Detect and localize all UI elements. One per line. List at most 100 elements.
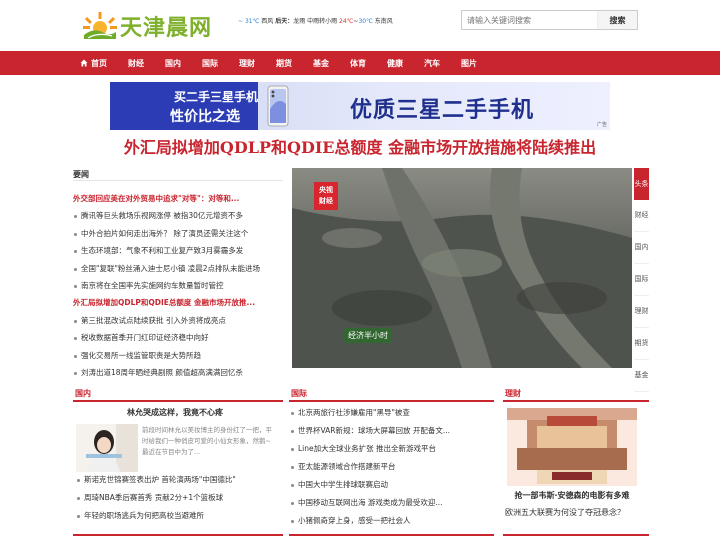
- side-tab-label: 财经: [634, 211, 649, 219]
- section-international-bottom-rule: [289, 534, 494, 536]
- news-item[interactable]: 强化交易所一线监管职责是大势所趋: [73, 347, 285, 364]
- nav-label: 首页: [91, 58, 107, 68]
- nav-list: 首页 财经 国内 国际 理财 期货 基金 体育 健康 汽车 图片: [80, 51, 498, 75]
- top-headline[interactable]: 外汇局拟增加QDLP和QDIE总额度 金融市场开放措施将陆续推出: [0, 134, 720, 158]
- side-tab-domestic[interactable]: 国内: [634, 232, 649, 264]
- international-list-item[interactable]: 中国移动互联网出海 游戏类成为最受欢迎...: [290, 494, 450, 512]
- international-list-item[interactable]: 中国大中学生排球联赛启动: [290, 476, 450, 494]
- nav-item-sports[interactable]: 体育: [350, 58, 366, 69]
- news-item[interactable]: 中外合拍片如何走出海外？ 除了演员还需关注这个: [73, 225, 285, 242]
- side-tab-international[interactable]: 国际: [634, 264, 649, 296]
- domestic-list-item[interactable]: 斯诺克世锦赛签表出炉 首轮演两场"中国德比": [76, 471, 236, 489]
- movie-poster-photo: [507, 408, 637, 486]
- news-list: 外交部回应美在对外贸易中追求"对等"：对等和... 腾讯等巨头救场乐视网涨停 被…: [73, 190, 285, 381]
- weather-wind-1: 西风: [261, 18, 274, 25]
- sun-logo-icon: [83, 12, 117, 39]
- nav-item-wealth[interactable]: 理财: [239, 58, 255, 69]
- domestic-feature-desc: 前段时间林允以美妆博主的身份红了一把，平时给我们一种俏皮可爱的小仙女形象，然鹅~…: [142, 426, 272, 456]
- news-item[interactable]: 第三批混改试点陆续获批 引入外资将成亮点: [73, 312, 285, 329]
- weather-widget: ~ 31℃ 西风 后天：龙雨 中雨转小雨 24℃~30℃ 东南风: [238, 16, 393, 25]
- news-item[interactable]: 腾讯等巨头救场乐视网涨停 被指30亿元增资不多: [73, 207, 285, 224]
- international-list: 北京两旅行社涉嫌雇用"黑导"被查 世界杯VAR新规：球场大屏幕回放 开配备文..…: [290, 404, 450, 530]
- logo-badge-line1: 央视: [319, 186, 333, 194]
- portrait-photo: [76, 424, 138, 472]
- ad-banner[interactable]: 买二手三星手机 性价比之选 优质三星二手手机 广告: [110, 82, 610, 130]
- news-item[interactable]: 税收数据首季开门红印证经济稳中向好: [73, 329, 285, 346]
- international-list-item[interactable]: 亚太能源领域合作搭建新平台: [290, 458, 450, 476]
- main-news-image[interactable]: 央视 财经 经济半小时: [292, 168, 632, 368]
- weather-sep-1: ~: [238, 18, 244, 25]
- side-tab-label: 基金: [634, 371, 649, 379]
- section-international-title[interactable]: 国际: [291, 388, 307, 399]
- weather-temp-high: 24℃: [339, 18, 354, 25]
- program-badge: 经济半小时: [344, 328, 392, 343]
- search-button[interactable]: 搜索: [597, 11, 637, 29]
- nav-item-international[interactable]: 国际: [202, 58, 218, 69]
- side-tab-label: 理财: [634, 307, 649, 315]
- news-item[interactable]: 全国"复联"粉丝涌入迪士尼小镇 凌晨2点排队未能进场: [73, 260, 285, 277]
- logo-badge-line2: 财经: [319, 197, 333, 205]
- nav-item-photos[interactable]: 图片: [461, 58, 477, 69]
- news-divider: [73, 180, 283, 181]
- section-finance-bottom-rule: [503, 534, 649, 536]
- side-tab-label: 期货: [634, 339, 649, 347]
- news-item[interactable]: 刘涛出道18周年晒经典剧照 颜值超高满满回忆杀: [73, 364, 285, 381]
- ad-left-line2: 性价比之选: [170, 109, 240, 125]
- section-international-header: 国际: [289, 384, 494, 402]
- search-input[interactable]: [462, 11, 597, 29]
- side-tab-futures[interactable]: 期货: [634, 328, 649, 360]
- side-tab-wealth[interactable]: 理财: [634, 296, 649, 328]
- international-list-item[interactable]: Line加大全球业务扩张 推出全新游戏平台: [290, 440, 450, 458]
- nav-item-funds[interactable]: 基金: [313, 58, 329, 69]
- ad-left-panel: 买二手三星手机 性价比之选: [110, 82, 258, 130]
- site-header: 天津晨网 ~ 31℃ 西风 后天：龙雨 中雨转小雨 24℃~30℃ 东南风 搜索: [0, 0, 720, 50]
- finance-feature-image[interactable]: [507, 408, 637, 486]
- side-tabs: 头条 财经 国内 国际 理财 期货 基金: [634, 168, 649, 392]
- side-tab-headlines[interactable]: 头条: [634, 168, 649, 200]
- news-item[interactable]: 南京将在全国率先实施网约车数量暂时管控: [73, 277, 285, 294]
- news-item-headline[interactable]: 外汇局拟增加QDLP和QDIE总额度 金融市场开放推...: [73, 294, 285, 311]
- news-item-headline[interactable]: 外交部回应美在对外贸易中追求"对等"：对等和...: [73, 190, 285, 207]
- side-tab-label: 国际: [634, 275, 649, 283]
- domestic-feature-image[interactable]: [76, 424, 138, 472]
- news-section-label: 要闻: [73, 170, 89, 179]
- international-list-item[interactable]: 小猪佩奇穿上身，感受一把社会人: [290, 512, 450, 530]
- nav-item-auto[interactable]: 汽车: [424, 58, 440, 69]
- international-list-item[interactable]: 世界杯VAR新规：球场大屏幕回放 开配备文...: [290, 422, 450, 440]
- domestic-list: 斯诺克世锦赛签表出炉 首轮演两场"中国德比" 周琦NBA季后赛首秀 贡献2分+1…: [76, 471, 236, 525]
- weather-day-label: 后天：: [275, 18, 294, 25]
- side-tab-finance[interactable]: 财经: [634, 200, 649, 232]
- weather-temp-1: 31℃: [244, 18, 260, 25]
- site-logo[interactable]: 天津晨网: [82, 10, 212, 42]
- ad-right-text: 优质三星二手手机: [350, 98, 535, 123]
- nav-item-domestic[interactable]: 国内: [165, 58, 181, 69]
- side-tab-label: 头条: [634, 179, 649, 188]
- cctv-finance-logo: 央视 财经: [314, 182, 338, 210]
- section-domestic-title[interactable]: 国内: [75, 388, 91, 399]
- ad-left-line1: 买二手三星手机: [174, 90, 259, 104]
- domestic-list-item[interactable]: 年轻的职场逃兵为何把高校当避难所: [76, 507, 236, 525]
- muddy-field-photo: [292, 168, 632, 368]
- nav-item-futures[interactable]: 期货: [276, 58, 292, 69]
- section-finance-header: 理财: [503, 384, 649, 402]
- side-tab-label: 国内: [634, 243, 649, 251]
- international-list-item[interactable]: 北京两旅行社涉嫌雇用"黑导"被查: [290, 404, 450, 422]
- phone-image-icon: [267, 85, 289, 127]
- ad-tag: 广告: [596, 122, 607, 128]
- weather-temp-low: 30℃: [358, 18, 373, 25]
- nav-item-health[interactable]: 健康: [387, 58, 403, 69]
- weather-wind-2: 东南风: [374, 18, 393, 25]
- home-icon: [80, 59, 88, 67]
- finance-sub-item[interactable]: 欧洲五大联赛为何没了夺冠悬念？: [505, 507, 625, 518]
- finance-image-caption[interactable]: 抢一部韦斯·安德森的电影有多难: [507, 490, 637, 501]
- nav-item-finance[interactable]: 财经: [128, 58, 144, 69]
- weather-condition: 龙雨 中雨转小雨: [293, 18, 338, 25]
- logo-text: 天津晨网: [120, 15, 213, 41]
- main-nav: 首页 财经 国内 国际 理财 期货 基金 体育 健康 汽车 图片: [0, 51, 720, 75]
- domestic-list-item[interactable]: 周琦NBA季后赛首秀 贡献2分+1个篮板球: [76, 489, 236, 507]
- news-item[interactable]: 生态环境部：气象不利和工业复产致3月雾霾多发: [73, 242, 285, 259]
- domestic-feature-title[interactable]: 林允哭成这样，我竟不心疼: [127, 407, 223, 418]
- section-finance-title[interactable]: 理财: [505, 388, 521, 399]
- search-box: 搜索: [461, 10, 638, 30]
- nav-item-home[interactable]: 首页: [80, 58, 107, 69]
